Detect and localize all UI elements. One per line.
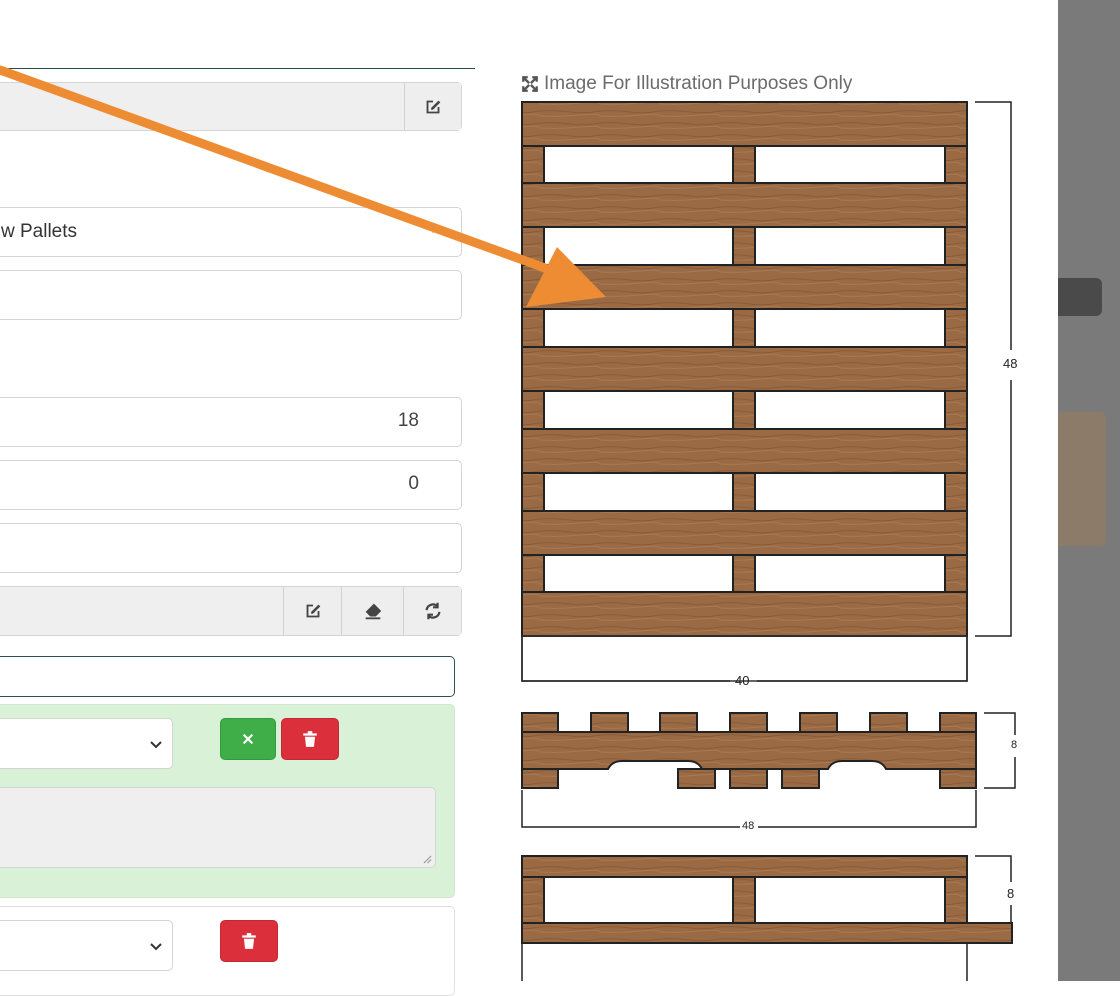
width-dimension-label: 40 xyxy=(735,673,750,688)
deck-board xyxy=(521,428,968,474)
deck-board xyxy=(521,591,968,637)
background-card xyxy=(1058,412,1106,546)
side-length-label: 48 xyxy=(742,820,755,832)
side-height-label: 8 xyxy=(1011,739,1018,751)
deck-board xyxy=(521,510,968,556)
side-view xyxy=(521,712,977,789)
pallet-diagram xyxy=(0,65,1016,981)
background-button xyxy=(1058,278,1102,316)
deck-board xyxy=(521,101,968,147)
modal-backdrop xyxy=(1058,0,1120,981)
deck-board xyxy=(521,346,968,392)
height-dimension-label: 48 xyxy=(1003,356,1018,371)
deck-board xyxy=(521,182,968,228)
end-view xyxy=(521,855,1013,944)
end-height-label: 8 xyxy=(1007,886,1015,901)
annotation-arrow xyxy=(0,65,606,307)
